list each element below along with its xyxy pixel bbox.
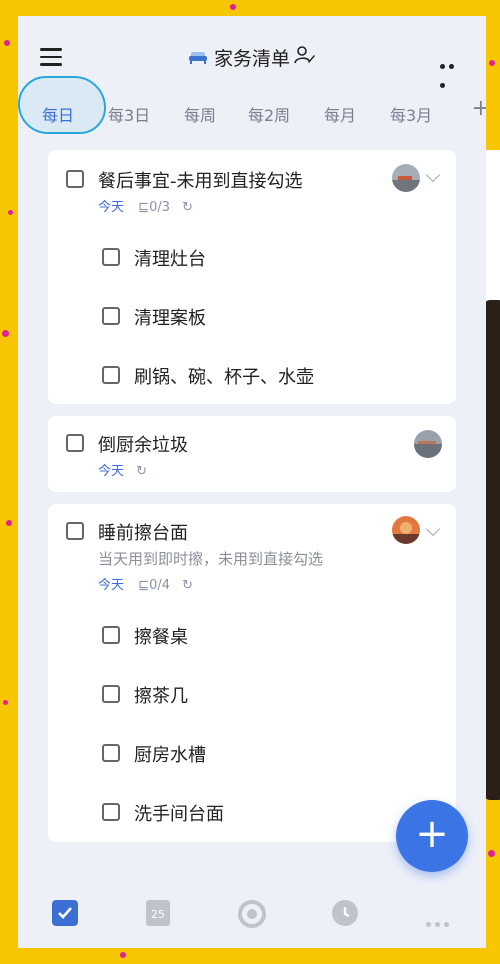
task-note: 当天用到即时擦，未用到直接勾选 <box>98 550 324 568</box>
member-edit-icon[interactable] <box>294 45 316 70</box>
subtask-checkbox[interactable] <box>102 307 120 325</box>
decor-dot <box>488 850 495 857</box>
task-meta: 今天 ↻ <box>98 460 147 479</box>
subtask-count: 0/3 <box>149 200 170 215</box>
decor-dot <box>4 40 10 46</box>
subtask-label: 清理案板 <box>134 308 206 329</box>
task-checkbox[interactable] <box>66 522 84 540</box>
avatar[interactable] <box>392 164 420 192</box>
task-card[interactable]: 餐后事宜-未用到直接勾选 今天 ⊑0/3 ↻ 清理灶台 清理案板 刷锅、碗、杯子… <box>48 150 456 404</box>
focus-tab-icon[interactable] <box>238 900 266 928</box>
repeat-icon: ↻ <box>182 578 194 593</box>
decor-dot <box>489 60 495 66</box>
tab-weekly[interactable]: 每周 <box>184 102 216 126</box>
subtask-checkbox[interactable] <box>102 685 120 703</box>
subtask-label: 擦餐桌 <box>134 627 188 648</box>
add-task-button[interactable]: + <box>396 800 468 872</box>
subtask-label: 擦茶几 <box>134 686 188 707</box>
subtask-label: 洗手间台面 <box>134 804 224 825</box>
subtask-checkbox[interactable] <box>102 744 120 762</box>
task-meta: 今天 ⊑0/4 ↻ <box>98 574 193 593</box>
repeat-icon: ↻ <box>136 464 148 479</box>
avatar[interactable] <box>414 430 442 458</box>
app-screen: 家务清单 每日 每3日 每周 每2周 每月 每3月 + 餐后事宜-未用到直接勾选… <box>18 16 486 948</box>
tasks-tab-icon[interactable] <box>52 900 78 926</box>
chevron-down-icon[interactable] <box>425 521 441 537</box>
title-text: 家务清单 <box>213 48 290 70</box>
due-date: 今天 <box>98 200 125 215</box>
more-icon[interactable] <box>440 54 466 88</box>
subtask-checkbox[interactable] <box>102 366 120 384</box>
subtask-checkbox[interactable] <box>102 248 120 266</box>
more-tab-icon[interactable] <box>426 912 454 927</box>
task-title: 睡前擦台面 <box>98 523 188 544</box>
decor-dot <box>120 952 126 958</box>
subtask-icon: ⊑ <box>138 200 150 215</box>
tab-quarterly[interactable]: 每3月 <box>390 102 432 126</box>
subtask-checkbox[interactable] <box>102 803 120 821</box>
tab-every-3-days[interactable]: 每3日 <box>108 102 150 126</box>
calendar-tab-icon[interactable]: 25 <box>146 900 170 926</box>
tab-bar: 每日 每3日 每周 每2周 每月 每3月 + <box>18 76 486 136</box>
subtask-icon: ⊑ <box>138 578 150 593</box>
task-title: 倒厨余垃圾 <box>98 435 188 456</box>
subtask-label: 清理灶台 <box>134 249 206 270</box>
tab-biweekly[interactable]: 每2周 <box>248 102 290 126</box>
tab-daily[interactable]: 每日 <box>42 102 74 126</box>
task-checkbox[interactable] <box>66 170 84 188</box>
subtask-checkbox[interactable] <box>102 626 120 644</box>
decor-dot <box>3 700 8 705</box>
decor-dot <box>2 330 9 337</box>
repeat-icon: ↻ <box>182 200 194 215</box>
subtask-label: 厨房水槽 <box>134 745 206 766</box>
task-card[interactable]: 睡前擦台面 当天用到即时擦，未用到直接勾选 今天 ⊑0/4 ↻ 擦餐桌 擦茶几 … <box>48 504 456 842</box>
decor-dot <box>8 210 13 215</box>
decor-dot <box>6 520 12 526</box>
task-checkbox[interactable] <box>66 434 84 452</box>
avatar[interactable] <box>392 516 420 544</box>
due-date: 今天 <box>98 464 125 479</box>
tab-monthly[interactable]: 每月 <box>324 102 356 126</box>
task-title: 餐后事宜-未用到直接勾选 <box>98 171 303 192</box>
add-tab-button[interactable]: + <box>472 96 486 121</box>
clock-tab-icon[interactable] <box>332 900 358 926</box>
task-card[interactable]: 倒厨余垃圾 今天 ↻ <box>48 416 456 492</box>
bottom-nav: 25 <box>18 882 486 948</box>
decor-dot <box>230 4 236 10</box>
subtask-count: 0/4 <box>149 578 170 593</box>
page-title: 家务清单 <box>18 44 486 71</box>
calendar-day: 25 <box>151 908 165 921</box>
due-date: 今天 <box>98 578 125 593</box>
task-meta: 今天 ⊑0/3 ↻ <box>98 196 193 215</box>
subtask-label: 刷锅、碗、杯子、水壶 <box>134 367 314 388</box>
chevron-down-icon[interactable] <box>425 167 441 183</box>
sofa-icon <box>188 49 208 70</box>
next-page-photo <box>484 300 500 800</box>
